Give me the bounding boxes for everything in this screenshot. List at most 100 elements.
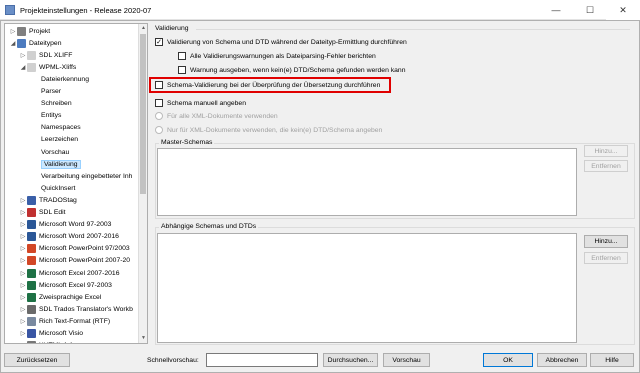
expand-arrow-icon[interactable]: ▷	[19, 257, 27, 264]
dependent-schemas-list[interactable]	[157, 233, 577, 343]
expand-arrow-icon[interactable]: ▷	[19, 282, 27, 289]
tree-item[interactable]: ◢ Dateitypen	[9, 37, 62, 49]
ok-button[interactable]: OK	[483, 353, 533, 367]
tree-item-label: TRADOStag	[39, 196, 77, 204]
expand-arrow-icon[interactable]: ▷	[19, 52, 27, 59]
document-icon	[27, 50, 36, 60]
tree-item[interactable]: ▷ SDL Edit	[19, 207, 66, 219]
manual-schema-checkbox[interactable]	[155, 99, 163, 107]
no-dtd-xml-option[interactable]: Nur für XML-Dokumente verwenden, die kei…	[155, 126, 382, 134]
settings-tree[interactable]: ▷ Projekt ◢ Dateitypen ▷ SDL XLIFF ◢ WPML-Xliff…	[4, 23, 148, 344]
collapse-arrow-icon[interactable]: ◢	[9, 40, 17, 47]
expand-arrow-icon[interactable]: ▷	[9, 28, 17, 35]
expand-arrow-icon[interactable]: ▷	[19, 306, 27, 313]
tree-item[interactable]: Entitys	[41, 110, 61, 122]
tree-item[interactable]: ▷ Microsoft Excel 97-2003	[19, 279, 112, 291]
expand-arrow-icon[interactable]: ▷	[19, 245, 27, 252]
help-button[interactable]: Hilfe	[590, 353, 634, 367]
tree-item[interactable]: ▷ Microsoft Visio	[19, 328, 83, 340]
quickpreview-input[interactable]	[206, 353, 318, 367]
visio-icon	[27, 329, 36, 338]
tree-item[interactable]: Vorschau	[41, 146, 69, 158]
expand-arrow-icon[interactable]: ▷	[19, 342, 27, 343]
master-add-button[interactable]: Hinzu...	[584, 145, 628, 157]
tree-item-label: Microsoft PowerPoint 2007-20	[39, 257, 131, 265]
tree-item[interactable]: Verarbeitung eingebetteter Inh	[41, 170, 132, 182]
tree-item[interactable]: ▷ Projekt	[9, 25, 50, 37]
tree-item[interactable]: Namespaces	[41, 122, 81, 134]
tree-item[interactable]: QuickInsert	[41, 182, 75, 194]
missing-schema-warning-checkbox[interactable]	[178, 66, 186, 74]
tree-item[interactable]: ◢ WPML-Xliffs	[19, 61, 76, 73]
tree-item[interactable]: Parser	[41, 86, 61, 98]
main-validation-option[interactable]: ✓ Validierung von Schema und DTD während…	[155, 38, 407, 46]
validation-section-title: Validierung	[155, 25, 189, 32]
missing-schema-warning-option[interactable]: Warnung ausgeben, wenn kein(e) DTD/Schem…	[178, 66, 406, 74]
powerpoint-icon	[27, 244, 36, 254]
tree-item[interactable]: ▷ Microsoft PowerPoint 2007-20	[19, 255, 130, 267]
expand-arrow-icon[interactable]: ▷	[19, 221, 27, 228]
tree-item[interactable]: ▷ Zweisprachige Excel	[19, 291, 101, 303]
master-schemas-list[interactable]	[157, 148, 577, 216]
tree-item[interactable]: ▷ Microsoft Excel 2007-2016	[19, 267, 119, 279]
main-validation-checkbox[interactable]: ✓	[155, 38, 163, 46]
dependent-remove-button[interactable]: Entfernen	[584, 252, 628, 264]
expand-arrow-icon[interactable]: ▷	[19, 318, 27, 325]
tree-item-selected[interactable]: Validierung	[41, 158, 81, 170]
tree-item[interactable]: Leerzeichen	[41, 134, 78, 146]
maximize-button[interactable]: ☐	[573, 0, 607, 20]
schema-validation-checkbox[interactable]	[155, 81, 163, 89]
minimize-button[interactable]: —	[539, 0, 573, 20]
tree-item[interactable]: ▷ SDL XLIFF	[19, 49, 72, 61]
tree-scrollbar[interactable]: ▲ ▼	[138, 24, 147, 343]
window-title: Projekteinstellungen - Release 2020-07	[20, 6, 152, 15]
all-xml-option[interactable]: Für alle XML-Dokumente verwenden	[155, 112, 278, 120]
tree-item-label: Parser	[41, 88, 62, 95]
trados-icon	[27, 304, 36, 314]
schema-validation-option[interactable]: Schema-Validierung bei der Überprüfung d…	[155, 81, 380, 89]
tree-item-label: Validierung	[41, 159, 81, 169]
warnings-as-errors-option[interactable]: Alle Validierungswarnungen als Dateipars…	[178, 52, 376, 60]
expand-arrow-icon[interactable]: ▷	[19, 233, 27, 240]
no-dtd-xml-radio[interactable]	[155, 126, 163, 134]
collapse-arrow-icon[interactable]: ◢	[19, 64, 27, 71]
expand-arrow-icon[interactable]: ▷	[19, 197, 27, 204]
tree-item-label: Microsoft PowerPoint 97/2003	[39, 245, 130, 253]
schema-validation-label: Schema-Validierung bei der Überprüfung d…	[167, 81, 381, 89]
expand-arrow-icon[interactable]: ▷	[19, 209, 27, 216]
tree-item[interactable]: ▷ Microsoft PowerPoint 97/2003	[19, 243, 130, 255]
main-validation-label: Validierung von Schema und DTD während d…	[167, 38, 407, 46]
tree-item-label: Verarbeitung eingebetteter Inh	[41, 172, 133, 180]
tree-item[interactable]: Schreiben	[41, 98, 72, 110]
cancel-button[interactable]: Abbrechen	[537, 353, 587, 367]
tree-item[interactable]: ▷ Microsoft Word 2007-2016	[19, 231, 119, 243]
tradostag-icon	[27, 195, 36, 205]
warnings-as-errors-checkbox[interactable]	[178, 52, 186, 60]
tree-item[interactable]: ▷ SDL Trados Translator's Workb	[19, 303, 133, 315]
tree-item[interactable]: ▷ XHTML 1.1	[19, 340, 73, 343]
preview-button[interactable]: Vorschau	[383, 353, 430, 367]
tree-item[interactable]: ▷ TRADOStag	[19, 194, 77, 206]
search-button[interactable]: Durchsuchen...	[323, 353, 378, 367]
expand-arrow-icon[interactable]: ▷	[19, 330, 27, 337]
tree-item-label: Microsoft Excel 2007-2016	[39, 269, 120, 277]
master-remove-button[interactable]: Entfernen	[584, 160, 628, 172]
quickpreview-label: Schnellvorschau:	[147, 357, 199, 364]
scroll-thumb[interactable]	[140, 34, 146, 194]
expand-arrow-icon[interactable]: ▷	[19, 270, 27, 277]
manual-schema-option[interactable]: Schema manuell angeben	[155, 99, 246, 107]
scroll-down-icon[interactable]: ▼	[139, 334, 147, 343]
scroll-up-icon[interactable]: ▲	[139, 24, 147, 33]
expand-arrow-icon[interactable]: ▷	[19, 294, 27, 301]
tree-item[interactable]: Dateierkennung	[41, 73, 89, 85]
reset-button[interactable]: Zurücksetzen	[4, 353, 70, 367]
all-xml-radio[interactable]	[155, 112, 163, 120]
dependent-add-button[interactable]: Hinzu...	[584, 235, 628, 248]
tree-item[interactable]: ▷ Microsoft Word 97-2003	[19, 219, 111, 231]
tree-item[interactable]: ▷ Rich Text-Format (RTF)	[19, 315, 110, 327]
tree-item-label: Rich Text-Format (RTF)	[39, 317, 111, 325]
close-button[interactable]: ✕	[606, 0, 640, 20]
tree-item-label: SDL XLIFF	[39, 51, 73, 59]
app-icon	[5, 5, 15, 15]
section-divider	[196, 29, 630, 30]
